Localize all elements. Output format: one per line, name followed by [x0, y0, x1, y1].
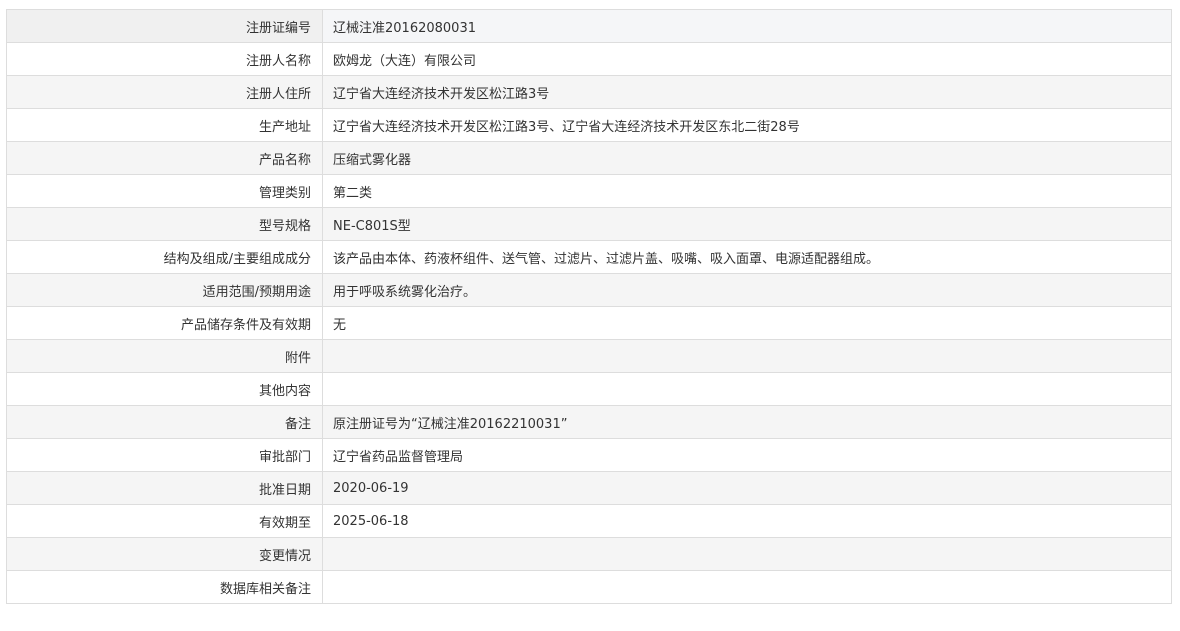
field-value-registrant-name: 欧姆龙（大连）有限公司 [322, 42, 1172, 76]
field-value-registration-number: 辽械注准20162080031 [322, 9, 1172, 43]
field-value-approval-date: 2020-06-19 [322, 471, 1172, 505]
field-label-product-name: 产品名称 [6, 141, 323, 175]
table-row: 批准日期 2020-06-19 [6, 471, 1172, 505]
field-value-remarks: 原注册证号为“辽械注准20162210031” [322, 405, 1172, 439]
field-value-valid-until: 2025-06-18 [322, 504, 1172, 538]
field-label-approval-date: 批准日期 [6, 471, 323, 505]
field-value-product-name: 压缩式雾化器 [322, 141, 1172, 175]
table-row: 注册人名称 欧姆龙（大连）有限公司 [6, 42, 1172, 76]
field-value-structure-composition: 该产品由本体、药液杯组件、送气管、过滤片、过滤片盖、吸嘴、吸入面罩、电源适配器组… [322, 240, 1172, 274]
table-row: 生产地址 辽宁省大连经济技术开发区松江路3号、辽宁省大连经济技术开发区东北二街2… [6, 108, 1172, 142]
field-value-model-specification: NE-C801S型 [322, 207, 1172, 241]
field-label-registrant-address: 注册人住所 [6, 75, 323, 109]
field-value-attachments [322, 339, 1172, 373]
field-label-attachments: 附件 [6, 339, 323, 373]
field-value-database-notes [322, 570, 1172, 604]
table-row: 备注 原注册证号为“辽械注准20162210031” [6, 405, 1172, 439]
registration-detail-table: 注册证编号 辽械注准20162080031 注册人名称 欧姆龙（大连）有限公司 … [6, 9, 1172, 604]
table-row: 产品名称 压缩式雾化器 [6, 141, 1172, 175]
field-label-registrant-name: 注册人名称 [6, 42, 323, 76]
field-label-storage-validity: 产品储存条件及有效期 [6, 306, 323, 340]
table-row: 其他内容 [6, 372, 1172, 406]
table-row: 附件 [6, 339, 1172, 373]
field-label-other-content: 其他内容 [6, 372, 323, 406]
field-label-remarks: 备注 [6, 405, 323, 439]
field-value-registrant-address: 辽宁省大连经济技术开发区松江路3号 [322, 75, 1172, 109]
field-value-management-category: 第二类 [322, 174, 1172, 208]
field-label-registration-number: 注册证编号 [6, 9, 323, 43]
table-row: 有效期至 2025-06-18 [6, 504, 1172, 538]
table-row: 审批部门 辽宁省药品监督管理局 [6, 438, 1172, 472]
field-label-model-specification: 型号规格 [6, 207, 323, 241]
field-value-production-address: 辽宁省大连经济技术开发区松江路3号、辽宁省大连经济技术开发区东北二街28号 [322, 108, 1172, 142]
field-label-valid-until: 有效期至 [6, 504, 323, 538]
table-row: 变更情况 [6, 537, 1172, 571]
table-row: 数据库相关备注 [6, 570, 1172, 604]
field-value-approval-department: 辽宁省药品监督管理局 [322, 438, 1172, 472]
field-value-change-history [322, 537, 1172, 571]
table-row: 适用范围/预期用途 用于呼吸系统雾化治疗。 [6, 273, 1172, 307]
field-label-management-category: 管理类别 [6, 174, 323, 208]
table-row: 注册证编号 辽械注准20162080031 [6, 9, 1172, 43]
table-row: 注册人住所 辽宁省大连经济技术开发区松江路3号 [6, 75, 1172, 109]
field-label-database-notes: 数据库相关备注 [6, 570, 323, 604]
field-label-structure-composition: 结构及组成/主要组成成分 [6, 240, 323, 274]
field-value-intended-use: 用于呼吸系统雾化治疗。 [322, 273, 1172, 307]
field-label-production-address: 生产地址 [6, 108, 323, 142]
table-row: 管理类别 第二类 [6, 174, 1172, 208]
field-label-approval-department: 审批部门 [6, 438, 323, 472]
table-row: 结构及组成/主要组成成分 该产品由本体、药液杯组件、送气管、过滤片、过滤片盖、吸… [6, 240, 1172, 274]
table-row: 型号规格 NE-C801S型 [6, 207, 1172, 241]
field-value-storage-validity: 无 [322, 306, 1172, 340]
field-label-intended-use: 适用范围/预期用途 [6, 273, 323, 307]
field-label-change-history: 变更情况 [6, 537, 323, 571]
table-row: 产品储存条件及有效期 无 [6, 306, 1172, 340]
field-value-other-content [322, 372, 1172, 406]
